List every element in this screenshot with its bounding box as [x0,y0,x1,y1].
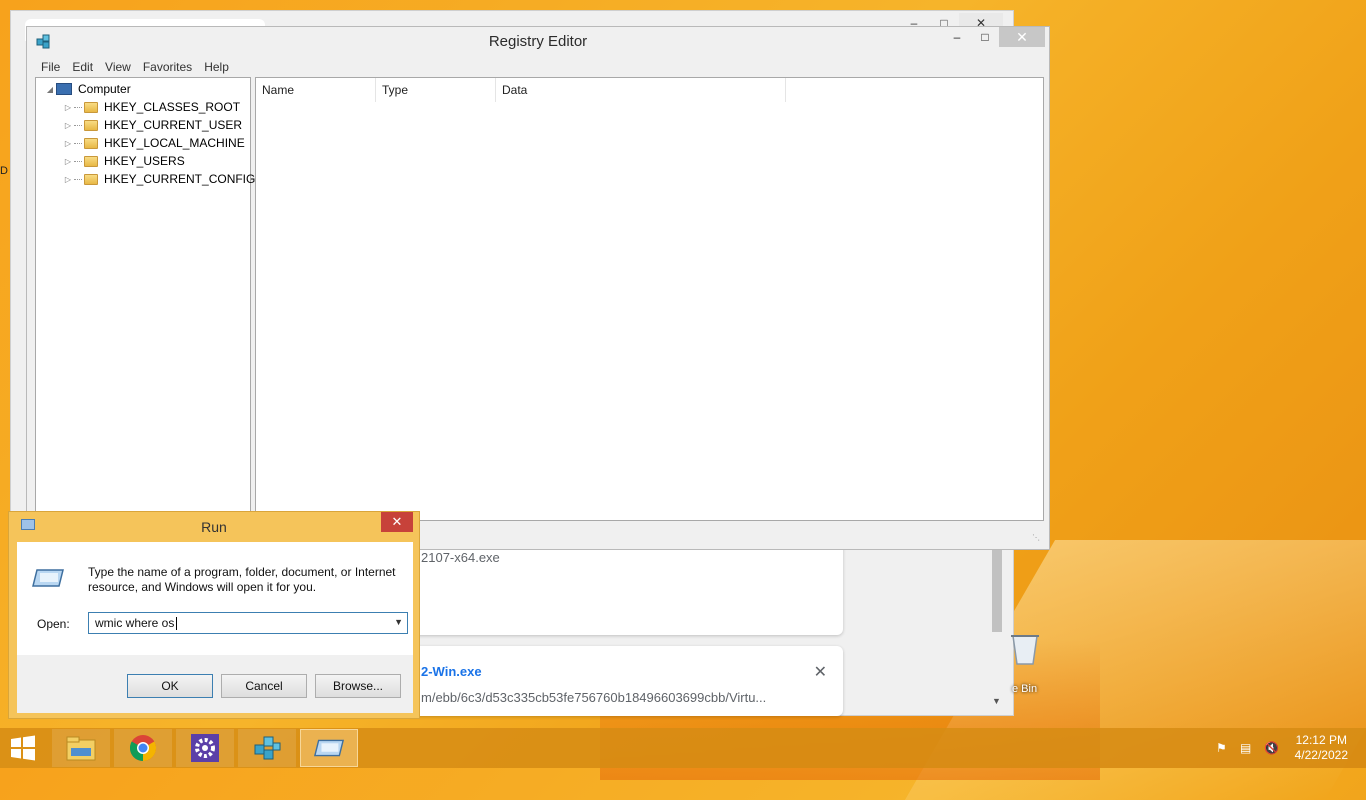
desktop-icon-label-partial: D [0,165,8,177]
tree-item-hkey-current-config[interactable]: ▷ HKEY_CURRENT_CONFIG [62,170,255,188]
tree-item-label: HKEY_CURRENT_USER [104,118,243,132]
menu-file[interactable]: File [35,57,66,77]
file-explorer-icon [66,736,96,761]
tree-item-label: HKEY_LOCAL_MACHINE [104,136,245,150]
recycle-bin-label: e Bin [1012,683,1038,695]
collapse-icon[interactable]: ◢ [44,85,56,94]
tree-item-computer[interactable]: ◢ Computer [44,80,131,98]
run-titlebar[interactable]: Run ✕ [9,512,419,540]
taskbar-file-explorer[interactable] [52,729,110,767]
open-input-value: wmic where os [95,616,175,630]
recycle-bin-icon[interactable] [1005,628,1045,668]
values-list[interactable]: Name Type Data [255,77,1044,521]
window-controls: – □ ✕ [943,27,1045,47]
menu-edit[interactable]: Edit [66,57,99,77]
taskbar-settings[interactable] [176,729,234,767]
taskbar-run[interactable] [300,729,358,767]
scroll-down-icon[interactable]: ▼ [992,696,1001,706]
run-program-icon [32,569,64,587]
menu-help[interactable]: Help [198,57,235,77]
download-item[interactable]: 2107-x64.exe [405,540,843,635]
run-dialog-body: Type the name of a program, folder, docu… [17,542,413,655]
close-icon[interactable]: ✕ [814,662,827,682]
tree-item-label: HKEY_CLASSES_ROOT [104,100,241,114]
registry-editor-titlebar[interactable]: Registry Editor – □ ✕ [27,27,1049,57]
tree-item-label: HKEY_USERS [104,154,185,168]
taskbar-chrome[interactable] [114,729,172,767]
chevron-down-icon[interactable]: ▼ [394,617,403,627]
download-filename-link[interactable]: 2-Win.exe [421,664,482,679]
registry-tree[interactable]: ◢ Computer ▷ HKEY_CLASSES_ROOT ▷ HKEY_CU… [35,77,255,543]
windows-logo-icon [11,735,35,761]
scrollbar[interactable]: ▼ [990,548,1004,708]
menu-bar: File Edit View Favorites Help [35,57,235,77]
tree-item-hkey-users[interactable]: ▷ HKEY_USERS [62,152,185,170]
download-url: m/ebb/6c3/d53c335cb53fe756760b1849660369… [421,690,767,705]
download-filename: 2107-x64.exe [421,550,500,565]
open-combobox-input[interactable]: wmic where os ▼ [88,612,408,634]
close-button[interactable]: ✕ [381,512,413,532]
run-description: Type the name of a program, folder, docu… [88,565,396,594]
chrome-icon [129,735,157,762]
dialog-title: Run [201,519,227,535]
taskbar: ⚑ ▤ 🔇 12:12 PM 4/22/2022 [0,728,1366,768]
folder-icon [84,137,98,149]
tree-item-hkey-classes-root[interactable]: ▷ HKEY_CLASSES_ROOT [62,98,240,116]
download-item[interactable]: 2-Win.exe m/ebb/6c3/d53c335cb53fe756760b… [405,646,843,716]
tree-item-label: HKEY_CURRENT_CONFIG [104,172,256,186]
column-header-data[interactable]: Data [496,78,786,102]
browse-button[interactable]: Browse... [315,674,401,698]
system-clock[interactable]: 12:12 PM 4/22/2022 [1295,733,1348,763]
taskbar-registry-editor[interactable] [238,729,296,767]
expand-icon[interactable]: ▷ [62,157,74,166]
expand-icon[interactable]: ▷ [62,175,74,184]
volume-muted-icon[interactable]: 🔇 [1264,741,1280,755]
menu-view[interactable]: View [99,57,137,77]
tree-item-hkey-local-machine[interactable]: ▷ HKEY_LOCAL_MACHINE [62,134,245,152]
expand-icon[interactable]: ▷ [62,121,74,130]
expand-icon[interactable]: ▷ [62,139,74,148]
column-header-name[interactable]: Name [256,78,376,102]
resize-grip-icon[interactable]: ⋱ [1032,533,1040,542]
start-button[interactable] [0,729,46,767]
computer-icon [56,83,72,95]
open-label: Open: [37,617,70,631]
menu-favorites[interactable]: Favorites [137,57,198,77]
text-caret [176,617,178,631]
action-center-flag-icon[interactable]: ⚑ [1216,741,1232,755]
scrollbar-thumb[interactable] [992,550,1002,632]
run-dialog-footer: OK Cancel Browse... [17,655,413,713]
close-icon[interactable]: ✕ [999,27,1045,47]
network-icon[interactable]: ▤ [1240,741,1256,755]
settings-icon [191,734,219,762]
folder-icon [84,173,98,185]
maximize-icon[interactable]: □ [971,27,999,47]
cancel-button[interactable]: Cancel [221,674,307,698]
registry-editor-window: Registry Editor – □ ✕ File Edit View Fav… [26,26,1050,550]
folder-icon [84,101,98,113]
ok-button[interactable]: OK [127,674,213,698]
registry-editor-icon [254,736,281,760]
tree-item-label: Computer [78,82,131,96]
column-header-type[interactable]: Type [376,78,496,102]
folder-icon [84,155,98,167]
run-dialog: Run ✕ Type the name of a program, folder… [8,511,420,719]
expand-icon[interactable]: ▷ [62,103,74,112]
tree-item-hkey-current-user[interactable]: ▷ HKEY_CURRENT_USER [62,116,242,134]
clock-time: 12:12 PM [1295,733,1347,747]
window-title: Registry Editor [488,33,588,50]
clock-date: 4/22/2022 [1294,748,1348,762]
run-icon [313,739,345,757]
minimize-icon[interactable]: – [943,27,971,47]
folder-icon [84,119,98,131]
